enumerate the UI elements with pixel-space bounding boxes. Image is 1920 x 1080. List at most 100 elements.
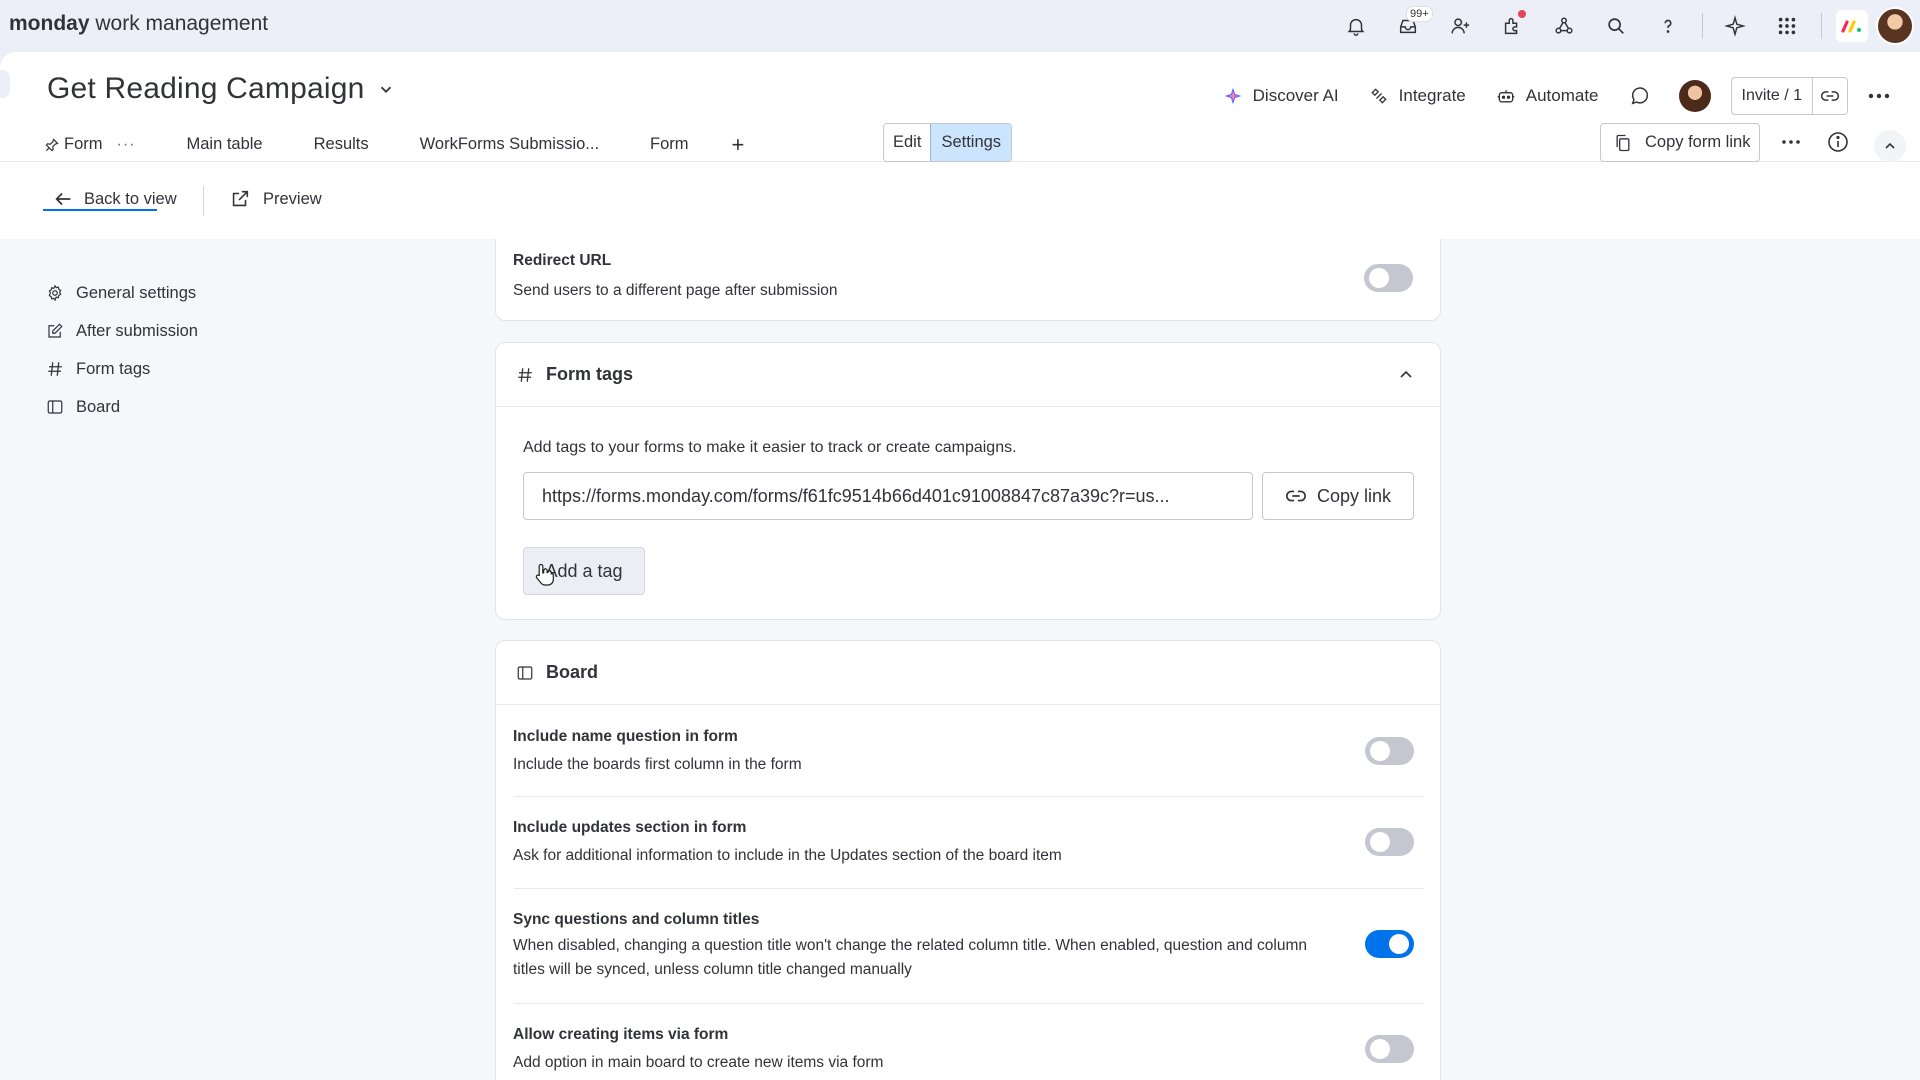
add-view-button[interactable]: + [732,128,745,158]
settings-tab-button[interactable]: Settings [930,124,1012,161]
board-title[interactable]: Get Reading Campaign [47,72,365,106]
automate-button[interactable]: Automate [1496,86,1599,106]
copy-icon [1616,134,1630,151]
preview-label: Preview [263,189,322,208]
tab-results[interactable]: Results [314,128,369,158]
setting-description: Ask for additional information to includ… [513,847,1062,864]
sidenav-item-general-settings[interactable]: General settings [46,274,198,312]
copy-link-label: Copy link [1316,485,1392,506]
inbox-icon[interactable]: 99+ [1390,6,1433,44]
comment-icon[interactable] [1629,85,1651,107]
invite-members-icon[interactable] [1442,8,1478,44]
setting-row-sync-titles: Sync questions and column titles When di… [513,889,1424,1004]
sidenav-label: After submission [76,321,198,340]
gear-icon [48,284,62,302]
invite-button[interactable]: Invite / 1 [1732,78,1813,114]
edit-tab-button[interactable]: Edit [884,124,931,161]
copy-form-link-button[interactable]: Copy form link [1600,123,1761,162]
sidebar-expand-handle[interactable] [0,70,10,98]
sidenav-item-form-tags[interactable]: Form tags [46,350,198,388]
redirect-url-card: Redirect URL Send users to a different p… [495,239,1441,321]
setting-title: Include updates section in form [513,819,747,836]
include-name-toggle[interactable] [1365,737,1414,765]
tab-form[interactable]: Form [650,128,689,158]
monday-mark-icon[interactable] [1836,10,1868,42]
apps-icon[interactable] [1494,8,1530,44]
setting-row-include-updates: Include updates section in form Ask for … [513,797,1424,889]
setting-row-allow-creating-items: Allow creating items via form Add option… [513,1004,1424,1080]
info-icon[interactable] [1826,130,1850,154]
discover-ai-button[interactable]: Discover AI [1223,86,1339,106]
hash-icon [48,362,62,376]
setting-title: Include name question in form [513,728,738,745]
setting-title: Allow creating items via form [513,1026,729,1043]
copy-board-link-button[interactable] [1813,78,1847,114]
board-more-button[interactable] [1866,83,1892,109]
app-switcher-icon[interactable] [1769,8,1805,44]
brand-product: work management [89,12,269,35]
form-tags-title: Form tags [546,364,634,384]
sync-titles-toggle[interactable] [1365,930,1414,958]
sidenav-item-board[interactable]: Board [46,388,198,426]
redirect-url-setting: Redirect URL Send users to a different p… [513,252,838,303]
monday-logo[interactable]: monday work management [9,12,268,36]
setting-title: Redirect URL [513,252,612,269]
setting-description: Add option in main board to create new i… [513,1054,884,1071]
setting-row-include-name: Include name question in form Include th… [513,705,1424,797]
form-tags-header[interactable]: Form tags [496,343,1440,407]
tab-label: Form [64,135,103,153]
tab-workforms-submissions[interactable]: WorkForms Submissio... [420,128,599,158]
invite-group: Invite / 1 [1730,77,1848,115]
chevron-up-icon[interactable] [1398,367,1414,383]
tab-more-button[interactable]: ··· [117,136,136,154]
form-tags-card: Form tags Add tags to your forms to make… [495,342,1441,620]
collapse-header-button[interactable] [1874,130,1906,162]
search-icon[interactable] [1598,8,1634,44]
edit-icon [48,323,63,338]
robot-icon [1497,90,1515,103]
more-horizontal-icon[interactable] [1779,130,1803,154]
chevron-up-icon [1885,142,1895,149]
integrate-label: Integrate [1398,86,1466,105]
board-icon [47,400,63,414]
sidenav-label: Form tags [76,359,151,378]
automate-label: Automate [1525,86,1599,105]
help-icon[interactable] [1650,8,1686,44]
back-to-view-button[interactable]: Back to view [52,188,177,210]
preview-button[interactable]: Preview [229,188,322,210]
bell-icon[interactable] [1338,8,1374,44]
ai-sparkle-icon[interactable] [1717,8,1753,44]
tab-main-table[interactable]: Main table [186,128,262,158]
allow-creating-items-toggle[interactable] [1365,1035,1414,1063]
top-divider [1702,13,1703,39]
board-title-row: Get Reading Campaign [47,72,395,106]
more-horizontal-icon [1868,93,1890,99]
edit-settings-toggle: Edit Settings [883,123,1013,162]
top-icons: 99+ [1338,0,1914,52]
form-url-field[interactable] [523,472,1253,520]
sidenav-label: Board [76,397,121,416]
inbox-badge: 99+ [1406,6,1433,22]
link-icon [1820,91,1840,101]
user-avatar[interactable] [1876,7,1914,45]
setting-title: Sync questions and column titles [513,911,760,928]
brand-name: monday [9,12,90,35]
integrate-button[interactable]: Integrate [1369,86,1466,106]
chevron-down-icon[interactable] [377,80,395,98]
board-header-actions: Discover AI Integrate Automate Invite / … [1193,76,1892,116]
integrations-icon[interactable] [1546,8,1582,44]
tab-form-active[interactable]: Form ··· [44,128,135,158]
integrate-icon [1371,88,1387,104]
board-settings-card: Board Include name question in form Incl… [495,640,1441,1080]
redirect-url-toggle[interactable] [1364,264,1413,292]
toolbar-divider [203,186,204,216]
setting-description: When disabled, changing a question title… [513,937,1307,978]
copy-link-button[interactable]: Copy link [1262,472,1414,520]
copy-form-link-label: Copy form link [1645,133,1751,151]
sidenav-item-after-submission[interactable]: After submission [46,312,198,350]
top-divider-2 [1821,13,1822,39]
board-settings-header[interactable]: Board [496,641,1440,705]
setting-description: Send users to a different page after sub… [513,282,838,299]
board-member-avatar[interactable] [1678,80,1711,112]
include-updates-toggle[interactable] [1365,828,1414,856]
